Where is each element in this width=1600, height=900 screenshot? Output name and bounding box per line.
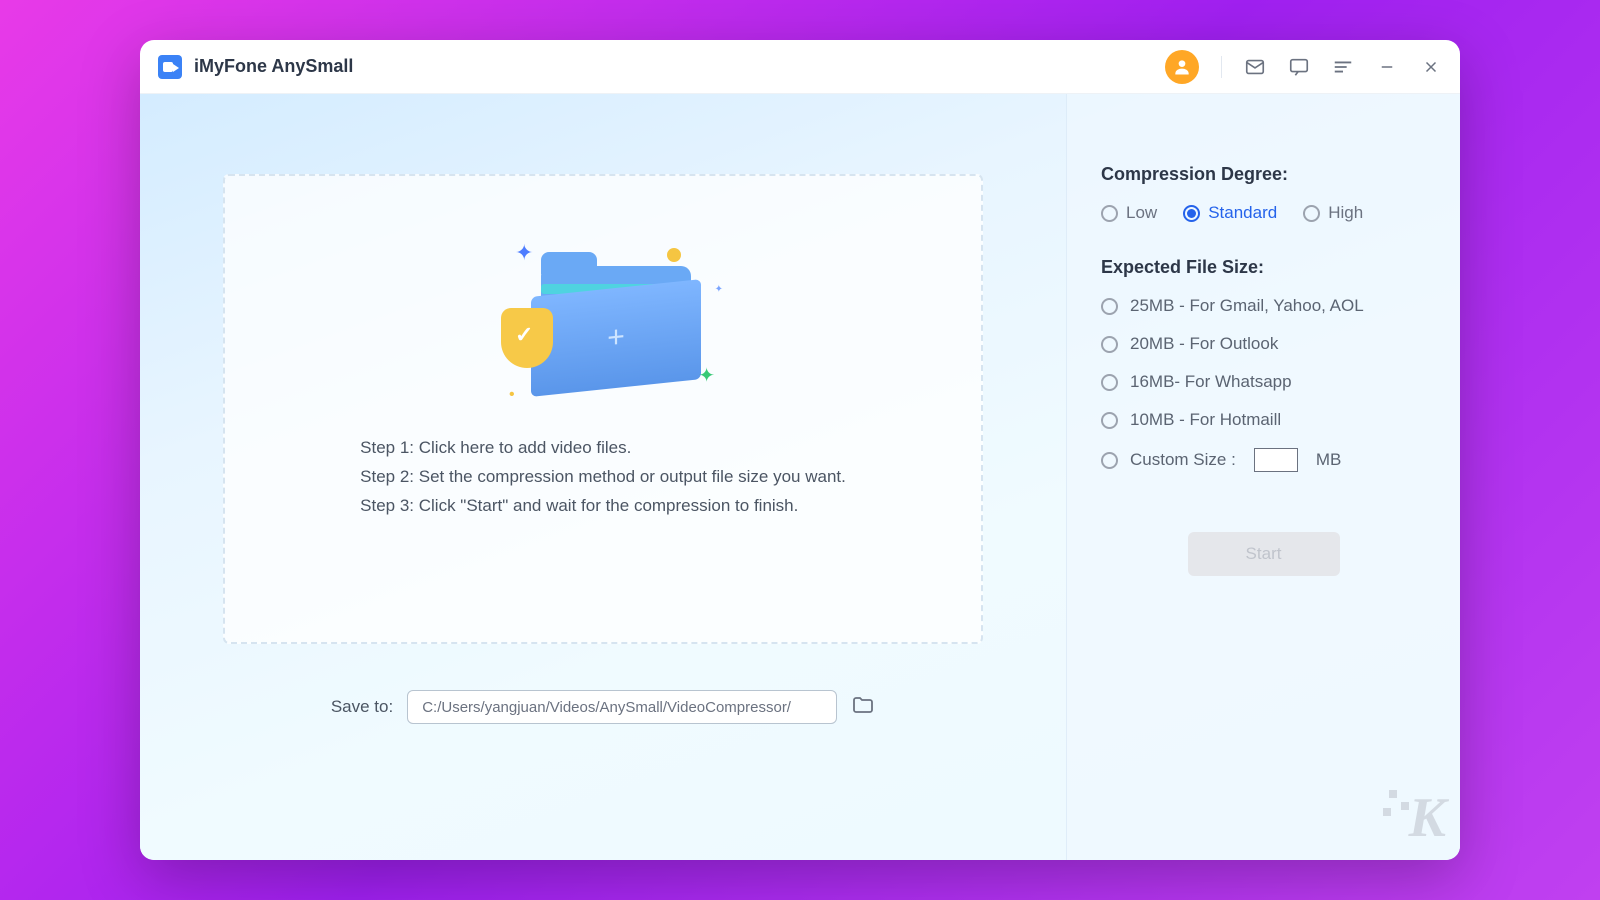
size-label: 16MB- For Whatsapp [1130, 372, 1292, 392]
step-2-text: Step 2: Set the compression method or ou… [360, 463, 846, 492]
watermark: K [1409, 786, 1444, 850]
folder-illustration: ✦ ✦ • ✦ [483, 236, 723, 406]
main-panel: ✦ ✦ • ✦ Step 1: Click here to add video … [140, 94, 1066, 860]
close-button[interactable] [1420, 56, 1442, 78]
settings-panel: Compression Degree: Low Standard High Ex… [1066, 94, 1460, 860]
mail-icon[interactable] [1244, 56, 1266, 78]
radio-icon [1101, 412, 1118, 429]
app-body: ✦ ✦ • ✦ Step 1: Click here to add video … [140, 94, 1460, 860]
separator [1221, 56, 1222, 78]
instructions: Step 1: Click here to add video files. S… [360, 434, 846, 521]
custom-size-input[interactable] [1254, 448, 1298, 472]
degree-standard-label: Standard [1208, 203, 1277, 223]
user-icon [1172, 57, 1192, 77]
expected-size-options: 25MB - For Gmail, Yahoo, AOL 20MB - For … [1101, 296, 1426, 472]
size-label: 10MB - For Hotmaill [1130, 410, 1281, 430]
custom-size-unit: MB [1316, 450, 1342, 470]
user-avatar-button[interactable] [1165, 50, 1199, 84]
app-title: iMyFone AnySmall [194, 56, 353, 77]
radio-icon [1101, 374, 1118, 391]
degree-low-option[interactable]: Low [1101, 203, 1157, 223]
degree-high-option[interactable]: High [1303, 203, 1363, 223]
size-option-20mb[interactable]: 20MB - For Outlook [1101, 334, 1426, 354]
titlebar: iMyFone AnySmall [140, 40, 1460, 94]
degree-high-label: High [1328, 203, 1363, 223]
step-1-text: Step 1: Click here to add video files. [360, 434, 846, 463]
size-option-16mb[interactable]: 16MB- For Whatsapp [1101, 372, 1426, 392]
app-window: iMyFone AnySmall [140, 40, 1460, 860]
size-option-custom[interactable]: Custom Size : MB [1101, 448, 1426, 472]
minimize-button[interactable] [1376, 56, 1398, 78]
radio-icon [1101, 336, 1118, 353]
size-label: 20MB - For Outlook [1130, 334, 1278, 354]
radio-icon [1303, 205, 1320, 222]
app-logo-icon [158, 55, 182, 79]
save-path-input[interactable] [407, 690, 837, 724]
radio-icon [1101, 298, 1118, 315]
add-files-dropzone[interactable]: ✦ ✦ • ✦ Step 1: Click here to add video … [223, 174, 983, 644]
start-button[interactable]: Start [1188, 532, 1340, 576]
size-option-25mb[interactable]: 25MB - For Gmail, Yahoo, AOL [1101, 296, 1426, 316]
browse-folder-button[interactable] [851, 693, 875, 722]
radio-icon [1101, 205, 1118, 222]
save-to-row: Save to: [331, 690, 875, 724]
feedback-icon[interactable] [1288, 56, 1310, 78]
radio-icon [1101, 452, 1118, 469]
radio-icon [1183, 205, 1200, 222]
compression-degree-options: Low Standard High [1101, 203, 1426, 223]
save-to-label: Save to: [331, 697, 393, 717]
menu-icon[interactable] [1332, 56, 1354, 78]
expected-size-title: Expected File Size: [1101, 257, 1426, 278]
degree-standard-option[interactable]: Standard [1183, 203, 1277, 223]
size-label: 25MB - For Gmail, Yahoo, AOL [1130, 296, 1364, 316]
custom-size-label: Custom Size : [1130, 450, 1236, 470]
size-option-10mb[interactable]: 10MB - For Hotmaill [1101, 410, 1426, 430]
compression-degree-title: Compression Degree: [1101, 164, 1426, 185]
folder-icon [851, 693, 875, 717]
step-3-text: Step 3: Click "Start" and wait for the c… [360, 492, 846, 521]
degree-low-label: Low [1126, 203, 1157, 223]
